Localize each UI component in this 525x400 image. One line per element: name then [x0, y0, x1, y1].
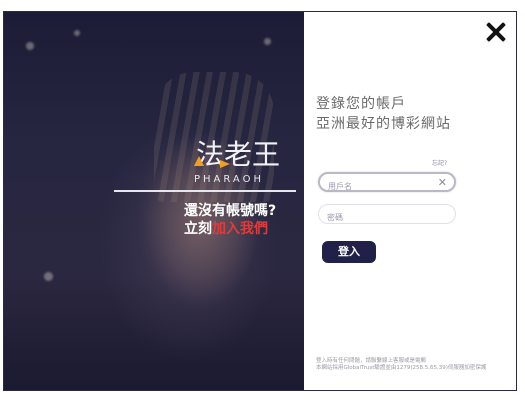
bokeh-light	[26, 42, 34, 50]
footer-security-text: 本網站採用GlobalTrust驗證並由1279(258.5,65,39)伺服器…	[316, 365, 487, 371]
signup-cta-line: 立刻加入我們	[184, 220, 302, 238]
bokeh-light	[44, 272, 53, 281]
close-icon[interactable]	[484, 20, 508, 44]
username-input[interactable]	[328, 178, 438, 195]
footer-help-text: 登入時有任何問題，請聯繫線上客服或是電郵	[316, 358, 427, 364]
logo-chars: 法老王	[196, 138, 280, 171]
hero-divider	[114, 190, 296, 192]
signup-prefix: 立刻	[184, 221, 212, 237]
login-button[interactable]: 登入	[322, 241, 376, 263]
signup-prompt: 還沒有帳號嗎? 立刻加入我們	[184, 202, 302, 238]
logo-mark: 法老王	[194, 138, 280, 171]
bokeh-light	[74, 30, 80, 36]
password-field[interactable]	[318, 204, 456, 227]
forgot-link[interactable]: 忘記?	[432, 158, 447, 167]
login-modal: 法老王 PHARAOH 還沒有帳號嗎? 立刻加入我們 登錄您的帳戶 亞洲最好的博…	[3, 11, 517, 391]
form-footer: 登入時有任何問題，請聯繫線上客服或是電郵 本網站採用GlobalTrust驗證並…	[316, 358, 512, 372]
pharaoh-logo: 法老王 PHARAOH	[190, 134, 290, 194]
form-title-line2: 亞洲最好的博彩網站	[316, 116, 451, 132]
hero-panel: 法老王 PHARAOH 還沒有帳號嗎? 立刻加入我們	[4, 12, 304, 390]
join-us-link[interactable]: 加入我們	[212, 221, 268, 237]
bokeh-light	[264, 38, 271, 45]
signup-question: 還沒有帳號嗎?	[184, 203, 277, 219]
form-title-line1: 登錄您的帳戶	[316, 96, 406, 112]
brand-name: PHARAOH	[194, 174, 264, 185]
login-form-panel: 登錄您的帳戶 亞洲最好的博彩網站 忘記? ✕ 登入 登入時有任何問題，請聯繫線上…	[304, 12, 516, 390]
form-title: 登錄您的帳戶 亞洲最好的博彩網站	[316, 94, 451, 134]
password-input[interactable]	[327, 208, 437, 227]
username-field[interactable]: ✕	[318, 172, 456, 195]
clear-icon[interactable]: ✕	[438, 176, 447, 189]
